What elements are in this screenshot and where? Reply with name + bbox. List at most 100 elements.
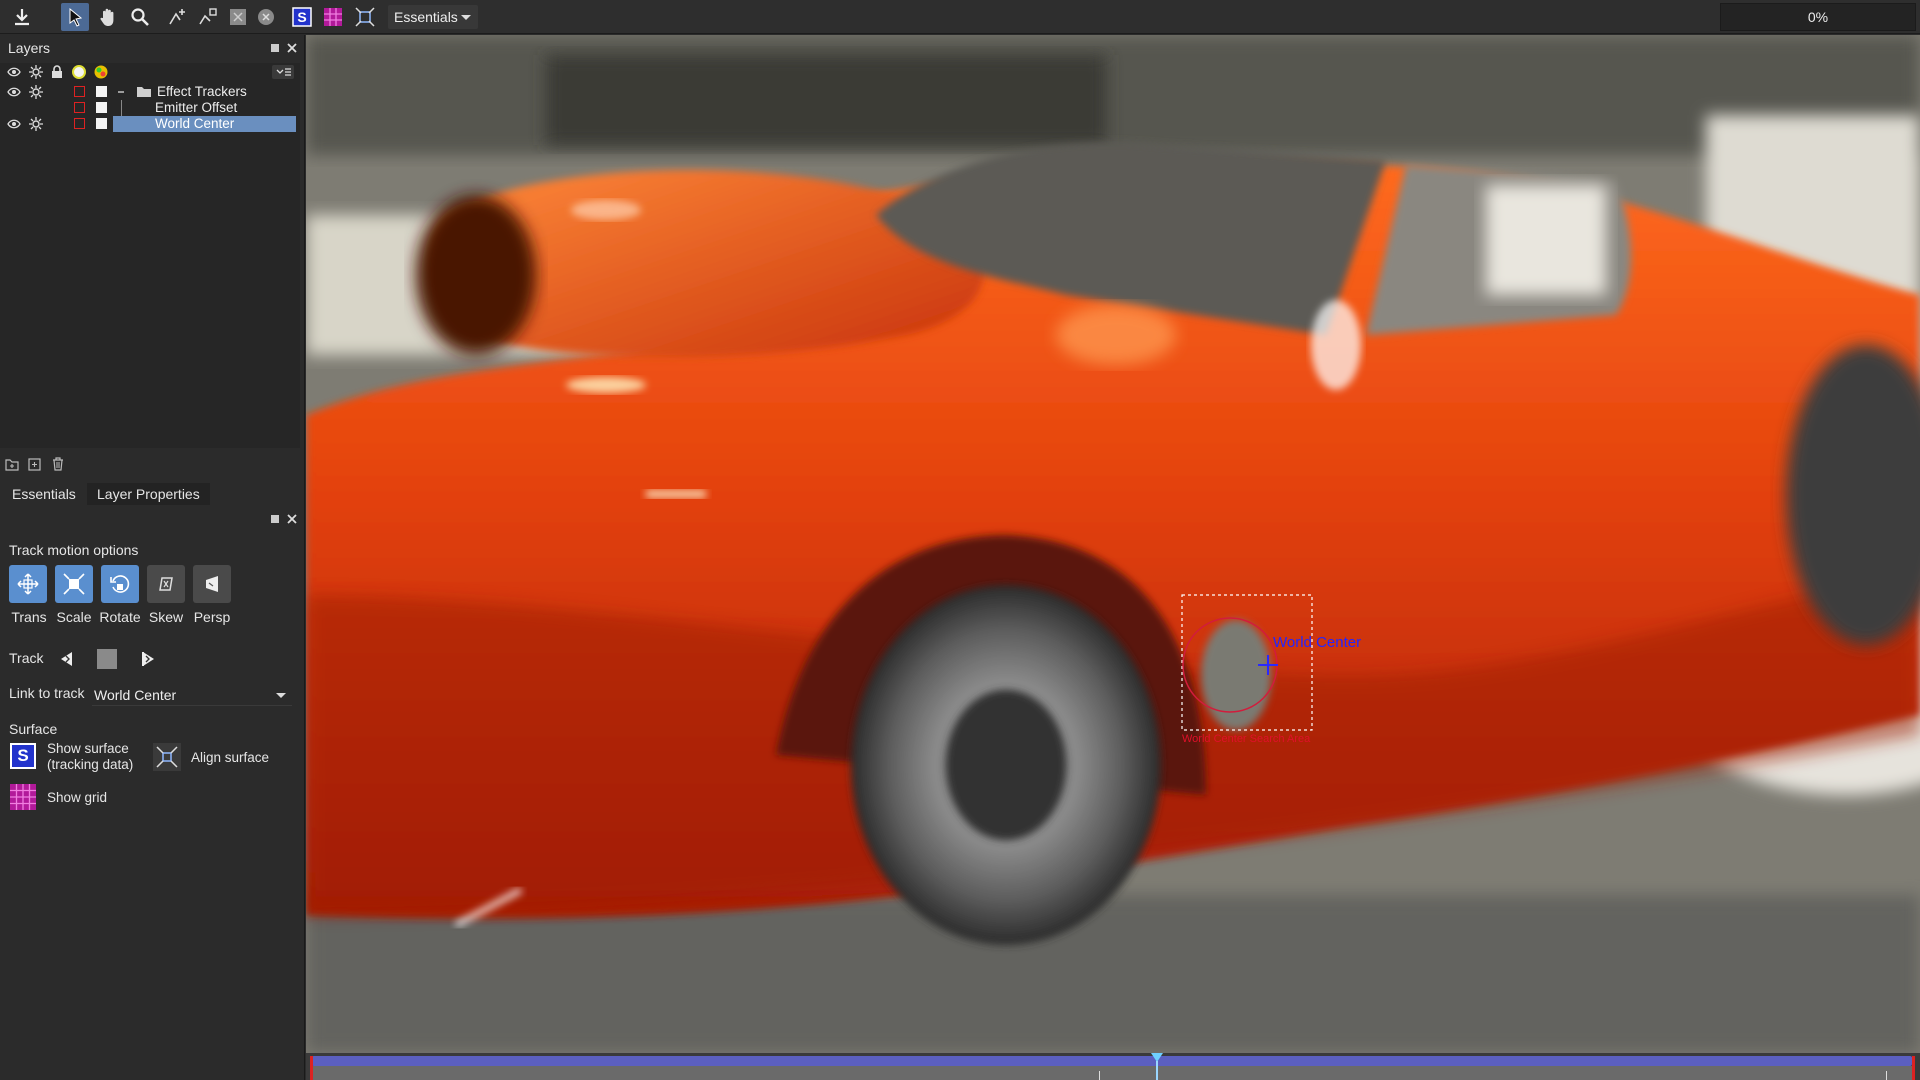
collapse-icon[interactable] xyxy=(117,88,125,96)
svg-text:S: S xyxy=(297,9,306,25)
scale-label: Scale xyxy=(56,609,92,625)
link-to-track-select[interactable]: World Center xyxy=(92,684,292,706)
link-to-track-value: World Center xyxy=(94,687,177,703)
align-surface-icon[interactable] xyxy=(351,3,379,31)
out-point-marker[interactable] xyxy=(1912,1056,1915,1080)
progress-readout: 0% xyxy=(1720,3,1916,31)
float-panel-icon[interactable] xyxy=(269,513,281,525)
layer-name: Emitter Offset xyxy=(155,100,238,115)
close-icon[interactable] xyxy=(286,513,298,525)
scale-toggle-button[interactable] xyxy=(55,565,93,603)
show-grid-button[interactable]: Show grid xyxy=(47,790,107,805)
surface-label: Surface xyxy=(9,721,58,737)
sun-header-icon[interactable] xyxy=(29,65,43,79)
layer-track-swatch[interactable] xyxy=(96,86,107,97)
track-label: Track xyxy=(9,650,44,666)
layers-list: Effect Trackers Emitter Offset World Cen… xyxy=(0,63,300,448)
new-layer-icon[interactable] xyxy=(28,458,41,471)
layer-row-effect-trackers[interactable]: Effect Trackers xyxy=(0,84,300,100)
workspace-select-label: Essentials xyxy=(394,9,458,25)
layer-row-emitter-offset[interactable]: Emitter Offset xyxy=(0,100,300,116)
visibility-header-eye-icon[interactable] xyxy=(7,66,21,78)
align-surface-button[interactable]: Align surface xyxy=(191,750,269,765)
rotate-label: Rotate xyxy=(99,609,141,625)
layer-color-swatch[interactable] xyxy=(74,102,85,113)
tracker-overlay xyxy=(1181,594,1313,731)
trans-toggle-button[interactable] xyxy=(9,565,47,603)
layers-menu-button[interactable] xyxy=(272,65,294,79)
menu-icon xyxy=(276,68,291,76)
clear-square-icon[interactable] xyxy=(224,3,252,31)
in-point-marker[interactable] xyxy=(310,1056,313,1080)
grid-icon[interactable] xyxy=(319,3,347,31)
stop-track-button[interactable] xyxy=(94,646,120,672)
layers-panel-title: Layers xyxy=(8,40,51,56)
layer-color-swatch[interactable] xyxy=(74,86,85,97)
track-forward-button[interactable] xyxy=(135,646,161,672)
persp-label: Persp xyxy=(193,609,231,625)
scale-icon xyxy=(63,573,85,595)
timeline[interactable] xyxy=(306,1053,1920,1080)
stop-icon xyxy=(97,649,117,669)
show-surface-sublabel: (tracking data) xyxy=(47,757,134,772)
tab-layer-properties[interactable]: Layer Properties xyxy=(87,483,210,505)
add-point-icon[interactable] xyxy=(164,3,192,31)
layer-name: World Center xyxy=(113,116,296,132)
timeline-track[interactable] xyxy=(312,1066,1912,1080)
tab-essentials[interactable]: Essentials xyxy=(2,483,86,505)
timeline-tick xyxy=(1099,1071,1100,1080)
layer-properties-panel: Track motion options Trans Scale Rotate … xyxy=(0,505,300,1080)
timeline-range-bar[interactable] xyxy=(312,1056,1912,1066)
sun-icon[interactable] xyxy=(29,85,43,99)
workspace-select[interactable]: Essentials xyxy=(388,5,478,29)
rotate-toggle-button[interactable] xyxy=(101,565,139,603)
layer-row-world-center[interactable]: World Center xyxy=(0,116,300,132)
sun-icon[interactable] xyxy=(29,117,43,131)
skew-label: Skew xyxy=(148,609,184,625)
folder-icon xyxy=(137,87,151,97)
show-surface-button[interactable]: Show surface (tracking data) xyxy=(47,741,133,773)
surface-s-icon[interactable]: S xyxy=(288,3,316,31)
clear-circle-icon[interactable] xyxy=(252,3,280,31)
close-icon[interactable] xyxy=(286,42,298,54)
float-panel-icon[interactable] xyxy=(269,42,281,54)
color-wheel-header-icon[interactable] xyxy=(72,65,86,79)
select-arrow-icon[interactable] xyxy=(61,3,89,31)
progress-percent: 0% xyxy=(1807,9,1829,25)
tree-line xyxy=(121,100,122,116)
timeline-tick xyxy=(1886,1071,1887,1080)
magnify-icon[interactable] xyxy=(126,3,154,31)
search-area-box[interactable] xyxy=(1181,594,1313,731)
left-panel: Layers Effect Trackers Emitter Offset Wo… xyxy=(0,35,305,1080)
move-point-icon[interactable] xyxy=(194,3,222,31)
skew-icon xyxy=(159,577,173,591)
playhead-line xyxy=(1156,1061,1158,1080)
translate-icon xyxy=(17,573,39,595)
panel-tabs: Essentials Layer Properties xyxy=(0,483,300,505)
hand-icon[interactable] xyxy=(94,3,122,31)
clip-viewer[interactable]: World Center World Center Search Area xyxy=(306,35,1920,1053)
layer-track-swatch[interactable] xyxy=(96,102,107,113)
track-motion-options-label: Track motion options xyxy=(9,542,139,558)
show-surface-icon[interactable]: S xyxy=(10,743,36,769)
layer-color-swatch[interactable] xyxy=(74,118,85,129)
new-folder-icon[interactable] xyxy=(5,458,19,471)
track-backward-button[interactable] xyxy=(54,646,80,672)
align-surface-icon[interactable] xyxy=(153,743,181,771)
eye-icon[interactable] xyxy=(7,117,21,131)
eye-icon[interactable] xyxy=(7,85,21,99)
track-backward-icon xyxy=(61,652,72,666)
show-surface-label: Show surface xyxy=(47,741,129,756)
chevron-down-icon xyxy=(461,15,471,20)
trash-icon[interactable] xyxy=(52,457,64,471)
tracker-crosshair-icon[interactable] xyxy=(1258,655,1278,675)
lock-header-icon[interactable] xyxy=(51,65,63,78)
skew-toggle-button[interactable] xyxy=(147,565,185,603)
layer-track-swatch[interactable] xyxy=(96,118,107,129)
palette-header-icon[interactable] xyxy=(94,65,108,79)
top-toolbar: S Essentials 0% xyxy=(0,0,1920,34)
download-icon[interactable] xyxy=(8,3,36,31)
layer-name: Effect Trackers xyxy=(157,84,247,99)
show-grid-icon[interactable] xyxy=(10,784,36,810)
persp-toggle-button[interactable] xyxy=(193,565,231,603)
